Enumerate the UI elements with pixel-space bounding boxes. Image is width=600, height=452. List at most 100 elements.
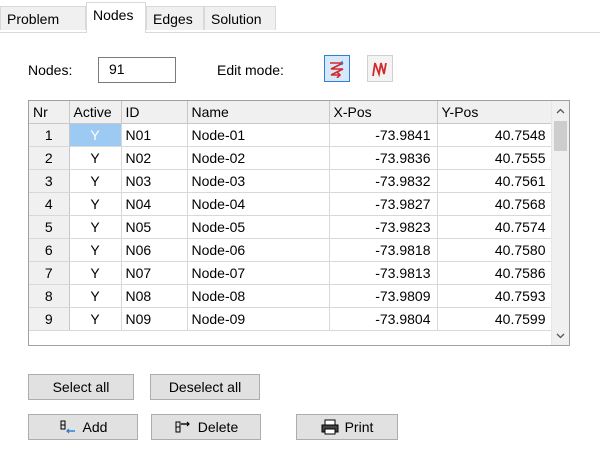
- active-cell[interactable]: Y: [69, 261, 122, 285]
- name-cell[interactable]: Node-01: [187, 123, 330, 147]
- row-number[interactable]: 9: [29, 307, 70, 331]
- add-button[interactable]: Add: [28, 414, 138, 440]
- y-pos-cell[interactable]: 40.7586: [437, 261, 553, 285]
- select-all-label: Select all: [52, 379, 110, 395]
- scroll-up-icon[interactable]: [552, 102, 569, 119]
- printer-icon: [321, 419, 339, 435]
- y-pos-cell[interactable]: 40.7599: [437, 307, 553, 331]
- id-cell[interactable]: N04: [121, 192, 188, 216]
- col-header-nr[interactable]: Nr: [29, 101, 70, 124]
- table-row[interactable]: 5 Y N05 Node-05 -73.9823 40.7574: [29, 215, 553, 239]
- id-cell[interactable]: N08: [121, 284, 188, 308]
- x-pos-cell[interactable]: -73.9823: [329, 215, 438, 239]
- tab-problem[interactable]: Problem: [0, 6, 86, 30]
- active-cell[interactable]: Y: [69, 307, 122, 331]
- active-cell[interactable]: Y: [69, 192, 122, 216]
- active-cell[interactable]: Y: [69, 146, 122, 170]
- y-pos-cell[interactable]: 40.7548: [437, 123, 553, 147]
- name-cell[interactable]: Node-08: [187, 284, 330, 308]
- table-row[interactable]: 9 Y N09 Node-09 -73.9804 40.7599: [29, 307, 553, 331]
- row-number[interactable]: 7: [29, 261, 70, 285]
- row-number[interactable]: 8: [29, 284, 70, 308]
- tab-solution[interactable]: Solution: [204, 6, 276, 30]
- name-cell[interactable]: Node-04: [187, 192, 330, 216]
- col-header-y-pos[interactable]: Y-Pos: [437, 101, 553, 124]
- name-cell[interactable]: Node-03: [187, 169, 330, 193]
- edit-mode-line-button[interactable]: [367, 55, 393, 82]
- edit-mode-arrow-button[interactable]: [324, 55, 350, 82]
- name-cell[interactable]: Node-06: [187, 238, 330, 262]
- id-cell[interactable]: N05: [121, 215, 188, 239]
- y-pos-cell[interactable]: 40.7574: [437, 215, 553, 239]
- row-number[interactable]: 1: [29, 123, 70, 147]
- delete-node-icon: [174, 420, 192, 434]
- tab-problem-label: Problem: [7, 11, 60, 27]
- deselect-all-button[interactable]: Deselect all: [150, 374, 260, 400]
- delete-button[interactable]: Delete: [151, 414, 261, 440]
- id-cell[interactable]: N09: [121, 307, 188, 331]
- table-row[interactable]: 8 Y N08 Node-08 -73.9809 40.7593: [29, 284, 553, 308]
- table-row[interactable]: 6 Y N06 Node-06 -73.9818 40.7580: [29, 238, 553, 262]
- add-node-icon: [59, 420, 77, 434]
- active-cell[interactable]: Y: [69, 284, 122, 308]
- active-cell[interactable]: Y: [69, 123, 122, 147]
- zigzag-arrow-icon: [328, 60, 346, 78]
- name-cell[interactable]: Node-09: [187, 307, 330, 331]
- table-row[interactable]: 1 Y N01 Node-01 -73.9841 40.7548: [29, 123, 553, 147]
- tab-edges[interactable]: Edges: [146, 6, 204, 30]
- deselect-all-label: Deselect all: [168, 379, 242, 395]
- x-pos-cell[interactable]: -73.9841: [329, 123, 438, 147]
- col-header-active[interactable]: Active: [69, 101, 122, 124]
- print-button[interactable]: Print: [296, 414, 398, 440]
- y-pos-cell[interactable]: 40.7568: [437, 192, 553, 216]
- col-header-x-pos[interactable]: X-Pos: [329, 101, 438, 124]
- x-pos-cell[interactable]: -73.9813: [329, 261, 438, 285]
- id-cell[interactable]: N01: [121, 123, 188, 147]
- name-cell[interactable]: Node-07: [187, 261, 330, 285]
- delete-label: Delete: [197, 419, 239, 435]
- table-header-row: Nr Active ID Name X-Pos Y-Pos: [29, 101, 553, 124]
- row-number[interactable]: 6: [29, 238, 70, 262]
- x-pos-cell[interactable]: -73.9836: [329, 146, 438, 170]
- nodes-label: Nodes:: [28, 62, 73, 78]
- active-cell[interactable]: Y: [69, 215, 122, 239]
- row-number[interactable]: 3: [29, 169, 70, 193]
- x-pos-cell[interactable]: -73.9818: [329, 238, 438, 262]
- add-label: Add: [82, 419, 108, 435]
- scrollbar-thumb[interactable]: [554, 121, 567, 151]
- tab-edges-label: Edges: [153, 11, 193, 27]
- x-pos-cell[interactable]: -73.9832: [329, 169, 438, 193]
- vertical-scrollbar[interactable]: [551, 101, 569, 345]
- table-row[interactable]: 7 Y N07 Node-07 -73.9813 40.7586: [29, 261, 553, 285]
- row-number[interactable]: 5: [29, 215, 70, 239]
- nodes-count-field[interactable]: 91: [98, 57, 176, 83]
- id-cell[interactable]: N02: [121, 146, 188, 170]
- row-number[interactable]: 2: [29, 146, 70, 170]
- tab-nodes[interactable]: Nodes: [86, 2, 146, 33]
- y-pos-cell[interactable]: 40.7593: [437, 284, 553, 308]
- row-number[interactable]: 4: [29, 192, 70, 216]
- name-cell[interactable]: Node-02: [187, 146, 330, 170]
- nodes-table: Nr Active ID Name X-Pos Y-Pos 1 Y N01 No…: [29, 101, 553, 331]
- id-cell[interactable]: N06: [121, 238, 188, 262]
- table-row[interactable]: 2 Y N02 Node-02 -73.9836 40.7555: [29, 146, 553, 170]
- y-pos-cell[interactable]: 40.7555: [437, 146, 553, 170]
- print-label: Print: [344, 419, 374, 435]
- scroll-down-icon[interactable]: [552, 327, 569, 344]
- x-pos-cell[interactable]: -73.9804: [329, 307, 438, 331]
- name-cell[interactable]: Node-05: [187, 215, 330, 239]
- id-cell[interactable]: N07: [121, 261, 188, 285]
- select-all-button[interactable]: Select all: [28, 374, 134, 400]
- table-row[interactable]: 4 Y N04 Node-04 -73.9827 40.7568: [29, 192, 553, 216]
- id-cell[interactable]: N03: [121, 169, 188, 193]
- y-pos-cell[interactable]: 40.7580: [437, 238, 553, 262]
- nodes-grid[interactable]: Nr Active ID Name X-Pos Y-Pos 1 Y N01 No…: [28, 100, 570, 346]
- x-pos-cell[interactable]: -73.9809: [329, 284, 438, 308]
- y-pos-cell[interactable]: 40.7561: [437, 169, 553, 193]
- active-cell[interactable]: Y: [69, 169, 122, 193]
- active-cell[interactable]: Y: [69, 238, 122, 262]
- col-header-name[interactable]: Name: [187, 101, 330, 124]
- x-pos-cell[interactable]: -73.9827: [329, 192, 438, 216]
- table-row[interactable]: 3 Y N03 Node-03 -73.9832 40.7561: [29, 169, 553, 193]
- col-header-id[interactable]: ID: [121, 101, 188, 124]
